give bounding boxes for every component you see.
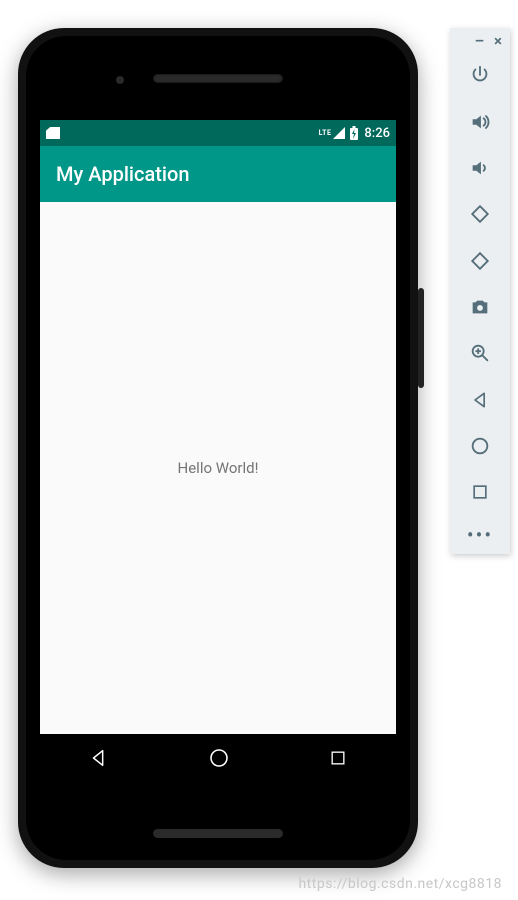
status-time: 8:26 [364, 126, 390, 141]
rotate-left-icon [469, 203, 491, 225]
phone-frame: LTE 8:26 My Application [18, 28, 418, 868]
power-icon [469, 64, 491, 86]
back-button[interactable] [450, 376, 510, 422]
nav-back-button[interactable] [88, 747, 110, 769]
signal-icon [332, 127, 346, 139]
rotate-left-button[interactable] [450, 191, 510, 237]
emulator-toolbar: – × [450, 28, 510, 554]
phone-bezel: LTE 8:26 My Application [26, 36, 410, 860]
home-button[interactable] [450, 423, 510, 469]
nav-overview-button[interactable] [328, 748, 348, 768]
navigation-bar [40, 734, 396, 782]
physical-power-button[interactable] [418, 288, 424, 388]
watermark-text: https://blog.csdn.net/xcg8818 [298, 876, 502, 892]
device-screen: LTE 8:26 My Application [40, 120, 396, 782]
status-bar: LTE 8:26 [40, 120, 396, 146]
bottom-speaker [153, 829, 283, 838]
sim-card-icon [46, 127, 60, 139]
zoom-button[interactable] [450, 330, 510, 376]
app-content: Hello World! [40, 202, 396, 734]
nav-home-button[interactable] [207, 746, 231, 770]
volume-down-icon [469, 157, 491, 179]
overview-icon [470, 482, 490, 502]
rotate-right-button[interactable] [450, 237, 510, 283]
front-camera [116, 76, 124, 84]
minimize-button[interactable]: – [475, 34, 484, 49]
volume-down-button[interactable] [450, 145, 510, 191]
overview-button[interactable] [450, 469, 510, 515]
close-button[interactable]: × [494, 34, 502, 49]
battery-charging-icon [349, 126, 359, 140]
camera-icon [469, 296, 491, 318]
home-icon [469, 435, 491, 457]
volume-up-icon [469, 111, 491, 133]
app-bar: My Application [40, 146, 396, 202]
screenshot-button[interactable] [450, 284, 510, 330]
earpiece-speaker [153, 74, 283, 83]
rotate-right-icon [469, 250, 491, 272]
back-icon [470, 390, 490, 410]
volume-up-button[interactable] [450, 98, 510, 144]
app-title: My Application [56, 162, 189, 186]
more-button[interactable]: ••• [450, 515, 510, 554]
zoom-icon [469, 342, 491, 364]
hello-world-text: Hello World! [178, 459, 259, 477]
power-button[interactable] [450, 52, 510, 98]
network-type-label: LTE [319, 129, 332, 137]
